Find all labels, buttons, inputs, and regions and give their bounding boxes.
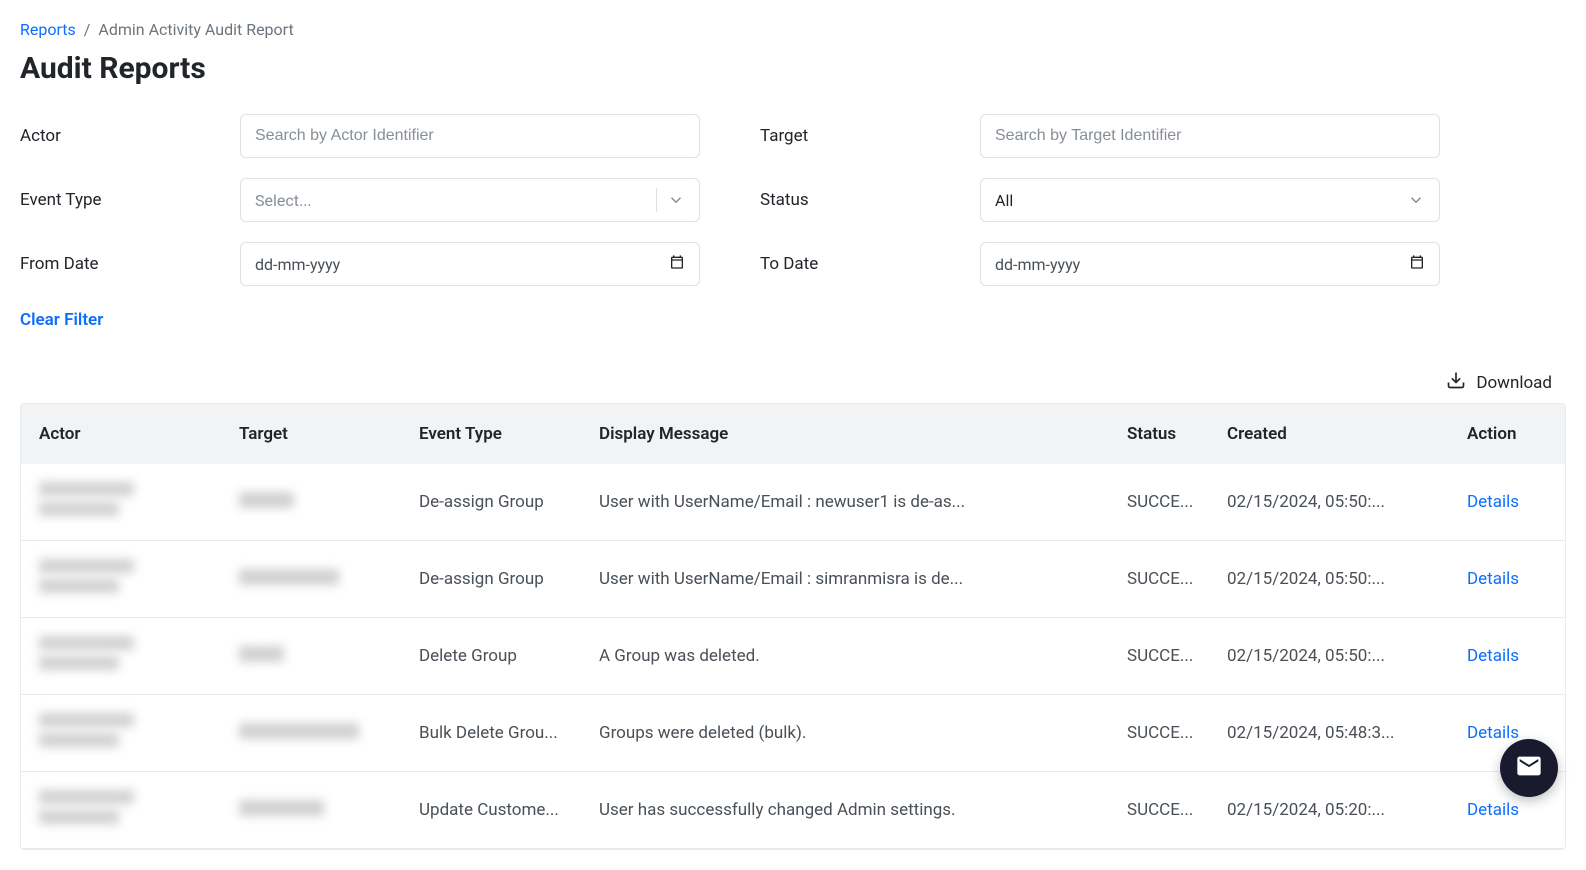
- actor-input[interactable]: [240, 114, 700, 158]
- cell-message: User with UserName/Email : newuser1 is d…: [599, 492, 1127, 512]
- cell-status: SUCCE...: [1127, 646, 1227, 666]
- calendar-icon: [669, 254, 685, 274]
- status-value: All: [995, 191, 1013, 210]
- to-date-placeholder: dd-mm-yyyy: [995, 255, 1080, 274]
- breadcrumb-current: Admin Activity Audit Report: [98, 20, 293, 39]
- table-row: ██████ ███ De-assign Group User with Use…: [21, 541, 1565, 618]
- cell-created: 02/15/2024, 05:50:...: [1227, 569, 1467, 589]
- cell-event-type: Bulk Delete Grou...: [419, 723, 599, 743]
- cell-created: 02/15/2024, 05:50:...: [1227, 646, 1467, 666]
- header-created: Created: [1227, 424, 1467, 444]
- status-label: Status: [760, 190, 980, 210]
- event-type-placeholder: Select...: [255, 191, 312, 210]
- page-title: Audit Reports: [20, 51, 1566, 86]
- header-display-message: Display Message: [599, 424, 1127, 444]
- chevron-down-icon: [656, 188, 685, 212]
- cell-actor: ██████: [39, 636, 239, 676]
- table-row: ██████ ███ Delete Group A Group was dele…: [21, 618, 1565, 695]
- breadcrumb-parent-link[interactable]: Reports: [20, 20, 76, 39]
- cell-event-type: De-assign Group: [419, 492, 599, 512]
- header-actor: Actor: [39, 424, 239, 444]
- calendar-icon: [1409, 254, 1425, 274]
- cell-created: 02/15/2024, 05:48:3...: [1227, 723, 1467, 743]
- details-link[interactable]: Details: [1467, 800, 1519, 820]
- status-select[interactable]: All: [980, 178, 1440, 222]
- cell-target: ███: [239, 723, 419, 743]
- chat-fab-button[interactable]: [1500, 739, 1558, 797]
- breadcrumb: Reports / Admin Activity Audit Report: [20, 20, 1566, 39]
- header-event-type: Event Type: [419, 424, 599, 444]
- cell-status: SUCCE...: [1127, 800, 1227, 820]
- audit-table: Actor Target Event Type Display Message …: [20, 403, 1566, 850]
- target-label: Target: [760, 126, 980, 146]
- cell-message: A Group was deleted.: [599, 646, 1127, 666]
- cell-actor: ██████: [39, 790, 239, 830]
- table-row: ██████ ███ Bulk Delete Grou... Groups we…: [21, 695, 1565, 772]
- header-action: Action: [1467, 424, 1547, 444]
- cell-message: Groups were deleted (bulk).: [599, 723, 1127, 743]
- event-type-label: Event Type: [20, 190, 240, 210]
- header-target: Target: [239, 424, 419, 444]
- cell-status: SUCCE...: [1127, 723, 1227, 743]
- cell-message: User has successfully changed Admin sett…: [599, 800, 1127, 820]
- filters-panel: Actor Target Event Type Select... Status…: [20, 114, 1566, 286]
- details-link[interactable]: Details: [1467, 569, 1519, 589]
- target-input[interactable]: [980, 114, 1440, 158]
- cell-target: ███: [239, 800, 419, 820]
- breadcrumb-separator: /: [84, 20, 91, 39]
- details-link[interactable]: Details: [1467, 646, 1519, 666]
- from-date-input[interactable]: dd-mm-yyyy: [240, 242, 700, 286]
- details-link[interactable]: Details: [1467, 723, 1519, 743]
- cell-status: SUCCE...: [1127, 492, 1227, 512]
- cell-target: ███: [239, 492, 419, 512]
- from-date-placeholder: dd-mm-yyyy: [255, 255, 340, 274]
- download-label: Download: [1476, 373, 1552, 393]
- details-link[interactable]: Details: [1467, 492, 1519, 512]
- table-row: ██████ ███ Update Custome... User has su…: [21, 772, 1565, 849]
- actor-label: Actor: [20, 126, 240, 146]
- header-status: Status: [1127, 424, 1227, 444]
- table-row: ██████ ███ De-assign Group User with Use…: [21, 464, 1565, 541]
- table-header: Actor Target Event Type Display Message …: [21, 404, 1565, 464]
- to-date-input[interactable]: dd-mm-yyyy: [980, 242, 1440, 286]
- cell-event-type: Delete Group: [419, 646, 599, 666]
- event-type-select[interactable]: Select...: [240, 178, 700, 222]
- cell-actor: ██████: [39, 482, 239, 522]
- cell-event-type: De-assign Group: [419, 569, 599, 589]
- cell-event-type: Update Custome...: [419, 800, 599, 820]
- cell-target: ███: [239, 646, 419, 666]
- to-date-label: To Date: [760, 254, 980, 274]
- cell-status: SUCCE...: [1127, 569, 1227, 589]
- download-icon: [1446, 370, 1466, 395]
- cell-target: ███: [239, 569, 419, 589]
- chevron-down-icon: [1407, 191, 1425, 209]
- from-date-label: From Date: [20, 254, 240, 274]
- cell-actor: ██████: [39, 713, 239, 753]
- cell-created: 02/15/2024, 05:50:...: [1227, 492, 1467, 512]
- download-button[interactable]: Download: [1446, 370, 1552, 395]
- clear-filter-button[interactable]: Clear Filter: [20, 310, 103, 330]
- cell-actor: ██████: [39, 559, 239, 599]
- cell-message: User with UserName/Email : simranmisra i…: [599, 569, 1127, 589]
- cell-created: 02/15/2024, 05:20:...: [1227, 800, 1467, 820]
- mail-icon: [1515, 752, 1543, 784]
